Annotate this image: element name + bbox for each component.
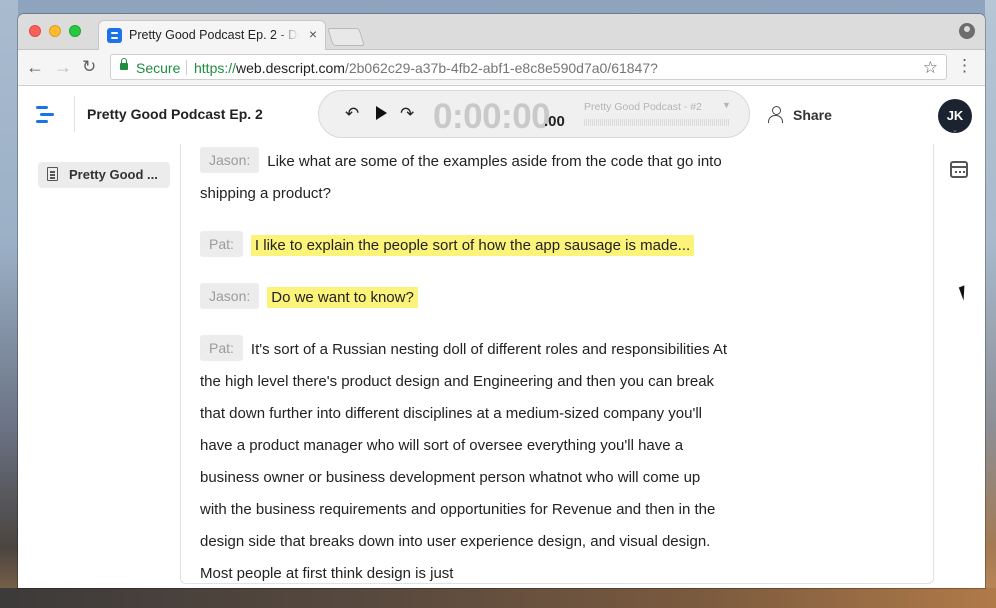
- header-divider: [74, 96, 75, 132]
- url-text[interactable]: https://web.descript.com/2b062c29-a37b-4…: [194, 60, 658, 76]
- mouse-cursor-icon: [958, 285, 970, 301]
- zoom-window-button[interactable]: [69, 25, 81, 37]
- tab-strip: Pretty Good Podcast Ep. 2 - Descript ×: [18, 14, 985, 50]
- transcript-paragraph[interactable]: Pat: I like to explain the people sort of…: [200, 230, 730, 262]
- profile-icon[interactable]: [959, 23, 975, 39]
- url-scheme: https://: [194, 60, 237, 76]
- lock-icon: [120, 58, 128, 70]
- document-title[interactable]: Pretty Good Podcast Ep. 2: [87, 106, 263, 122]
- transcript-paragraph[interactable]: Jason: Do we want to know?: [200, 282, 730, 314]
- transcript-text[interactable]: Like what are some of the examples aside…: [200, 153, 722, 202]
- transcript-editor[interactable]: Jason: Like what are some of the examples…: [180, 144, 934, 584]
- sidebar-item-document[interactable]: Pretty Good ...: [38, 162, 170, 188]
- bookmark-star-icon[interactable]: ☆: [923, 58, 938, 78]
- track-selector[interactable]: Pretty Good Podcast - #2: [584, 101, 702, 113]
- timecode-fraction: .00: [544, 113, 565, 130]
- speaker-label[interactable]: Jason:: [200, 283, 260, 309]
- document-sidebar: Pretty Good ...: [18, 144, 180, 588]
- timecode: 0:00:00: [433, 97, 551, 136]
- url-path: /2b062c29-a37b-4fb2-abf1-e8c8e590d7a0/61…: [344, 60, 658, 76]
- calendar-icon[interactable]: [950, 161, 968, 178]
- tab-title: Pretty Good Podcast Ep. 2 - Descript: [129, 28, 299, 42]
- skip-back-icon[interactable]: ↶: [345, 104, 359, 124]
- descript-favicon-icon: [107, 28, 122, 43]
- waveform-scrubber[interactable]: [584, 119, 730, 126]
- track-dropdown-icon[interactable]: ▼: [722, 100, 731, 110]
- browser-tab-active[interactable]: Pretty Good Podcast Ep. 2 - Descript ×: [98, 20, 326, 50]
- document-icon: [47, 167, 58, 181]
- transcript-text-highlighted[interactable]: I like to explain the people sort of how…: [250, 235, 695, 256]
- address-divider: [186, 60, 187, 75]
- secure-label: Secure: [136, 60, 181, 76]
- desktop-wallpaper-left: [0, 0, 18, 608]
- reload-icon[interactable]: ↻: [82, 57, 96, 77]
- audio-player: ↶ ↷ 0:00:00 .00 Pretty Good Podcast - #2…: [318, 90, 750, 138]
- desktop-wallpaper-right: [985, 0, 996, 608]
- share-person-icon[interactable]: [767, 106, 785, 124]
- speaker-label[interactable]: Pat:: [200, 335, 243, 361]
- forward-arrow-icon[interactable]: →: [54, 57, 72, 78]
- new-tab-button[interactable]: [327, 28, 365, 46]
- transcript-text-highlighted[interactable]: Do we want to know?: [267, 287, 418, 308]
- browser-window: Pretty Good Podcast Ep. 2 - Descript × ←…: [18, 14, 985, 588]
- transcript-text[interactable]: It's sort of a Russian nesting doll of d…: [200, 341, 727, 582]
- share-button[interactable]: Share: [793, 107, 832, 123]
- tab-close-icon[interactable]: ×: [309, 26, 317, 42]
- app-header: Pretty Good Podcast Ep. 2 ↶ ↷ 0:00:00 .0…: [18, 86, 985, 144]
- back-arrow-icon[interactable]: ←: [26, 57, 44, 78]
- sidebar-item-label: Pretty Good ...: [69, 167, 158, 182]
- avatar-dropdown-icon[interactable]: ⌄: [952, 126, 958, 134]
- skip-forward-icon[interactable]: ↷: [400, 104, 414, 124]
- speaker-label[interactable]: Jason:: [200, 147, 260, 173]
- close-window-button[interactable]: [29, 25, 41, 37]
- desktop-wallpaper-bottom: [0, 588, 996, 608]
- play-icon[interactable]: [376, 106, 387, 120]
- minimize-window-button[interactable]: [49, 25, 61, 37]
- browser-toolbar: ← → ↻ Secure https://web.descript.com/2b…: [18, 50, 985, 86]
- descript-logo-icon[interactable]: [36, 105, 56, 125]
- browser-menu-icon[interactable]: ⋮: [956, 57, 973, 74]
- url-host: web.descript.com: [236, 60, 345, 76]
- address-bar[interactable]: Secure https://web.descript.com/2b062c29…: [110, 54, 947, 80]
- transcript-paragraph[interactable]: Pat: It's sort of a Russian nesting doll …: [200, 334, 730, 588]
- speaker-label[interactable]: Pat:: [200, 231, 243, 257]
- transcript-paragraph[interactable]: Jason: Like what are some of the examples…: [200, 146, 730, 210]
